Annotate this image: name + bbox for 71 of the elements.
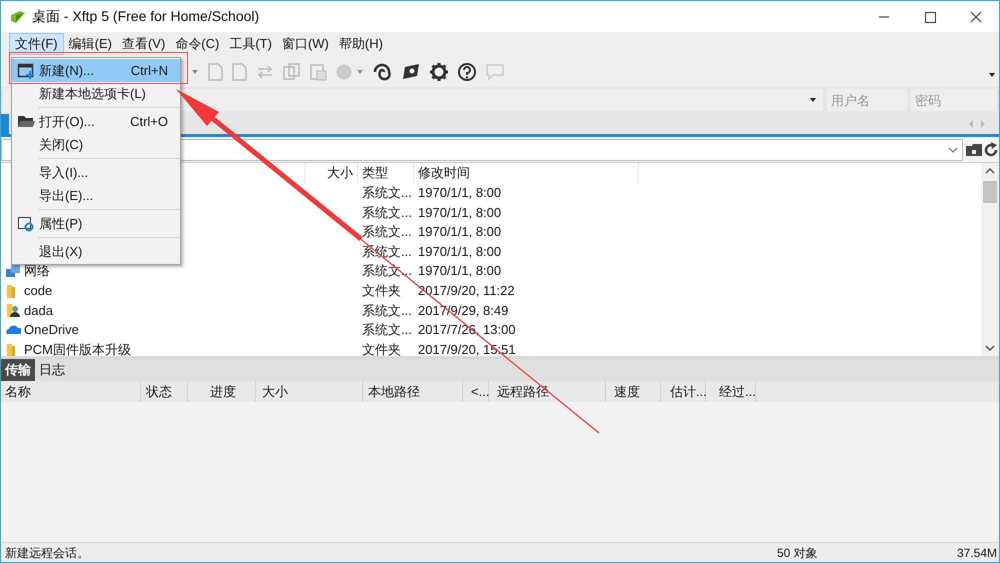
menu-item[interactable]: 文件(F): [9, 33, 64, 55]
file-name[interactable]: OneDrive: [24, 320, 79, 340]
status-message: 新建远程会话。: [4, 544, 90, 562]
file-name[interactable]: code: [24, 281, 52, 301]
paste-icon[interactable]: [309, 62, 327, 80]
panel-tab[interactable]: 传输: [1, 359, 35, 381]
menu-item[interactable]: 新建(N)... Ctrl+N: [12, 59, 180, 82]
panel-tab[interactable]: 日志: [35, 359, 69, 381]
window-title: 桌面 - Xftp 5 (Free for Home/School): [32, 7, 260, 26]
swap-arrows-icon[interactable]: [255, 64, 275, 80]
file-type: 文件夹: [361, 340, 402, 356]
settings-icon[interactable]: [429, 62, 449, 82]
globe-icon[interactable]: [335, 62, 365, 80]
menu-item[interactable]: 关闭(C): [12, 133, 180, 156]
menu-item[interactable]: 帮助(H): [334, 33, 388, 55]
chevron-down-icon: [948, 146, 958, 152]
properties-icon: [16, 215, 34, 232]
document-icon[interactable]: [207, 62, 223, 80]
column-header[interactable]: 类型: [358, 163, 414, 183]
menu-item[interactable]: 命令(C): [170, 33, 224, 55]
total-size: 37.54M: [956, 544, 998, 562]
file-type: 系统文...: [361, 321, 413, 340]
spiral-icon[interactable]: [373, 62, 393, 80]
file-modified: 1970/1/1, 8:00: [417, 262, 502, 280]
username-field[interactable]: 用户名: [827, 89, 907, 111]
file-type: 系统文...: [361, 223, 413, 242]
file-type: 系统文...: [361, 204, 413, 222]
menu-item[interactable]: 新建本地选项卡(L): [12, 82, 180, 105]
menu-item[interactable]: 查看(V): [116, 33, 170, 55]
dropdown-arrow-icon[interactable]: [988, 72, 996, 78]
network-icon: [5, 263, 21, 280]
scrollbar-thumb[interactable]: [983, 181, 997, 203]
scrollbar[interactable]: [981, 163, 999, 356]
menu-item[interactable]: 退出(X): [12, 240, 180, 263]
file-type: 系统文...: [361, 184, 413, 202]
file-modified: 1970/1/1, 8:00: [417, 242, 502, 261]
column-header[interactable]: 大小: [305, 163, 358, 183]
leaf-icon[interactable]: [401, 62, 421, 80]
refresh-icon[interactable]: [983, 142, 999, 158]
file-name[interactable]: 网络: [24, 261, 50, 281]
column-header[interactable]: 修改时间: [414, 163, 639, 183]
app-logo-icon: [10, 10, 26, 24]
menu-item[interactable]: 打开(O)... Ctrl+O: [12, 110, 180, 133]
scroll-up-icon[interactable]: [985, 167, 995, 175]
menu-item[interactable]: 工具(T): [224, 33, 277, 55]
file-modified: 1970/1/1, 8:00: [417, 223, 502, 242]
document-icon[interactable]: [231, 62, 247, 80]
file-modified: 1970/1/1, 8:00: [417, 204, 502, 222]
file-name[interactable]: PCM固件版本升级: [24, 340, 131, 356]
menu-item[interactable]: 属性(P): [12, 212, 180, 235]
session-tab[interactable]: [1, 114, 9, 134]
user-folder-icon: [5, 302, 21, 318]
menu-item[interactable]: 导入(I)...: [12, 161, 180, 184]
password-field[interactable]: 密码: [911, 89, 997, 111]
file-type: 文件夹: [361, 282, 402, 300]
help-icon[interactable]: [457, 62, 477, 82]
copy-icon[interactable]: [283, 62, 301, 80]
new-window-icon: [16, 62, 34, 79]
scroll-down-icon[interactable]: [985, 344, 995, 352]
folder-icon[interactable]: [965, 142, 983, 156]
menu-item[interactable]: 编辑(E): [64, 33, 117, 55]
dropdown-arrow-icon: [809, 97, 817, 103]
object-count: 50 对象: [776, 544, 819, 562]
chat-icon[interactable]: [485, 62, 505, 80]
folder-icon: [16, 113, 34, 130]
file-type: 系统文...: [361, 302, 413, 320]
file-name[interactable]: dada: [24, 300, 53, 320]
file-modified: 1970/1/1, 8:00: [417, 184, 502, 202]
menu-item[interactable]: 窗口(W): [276, 33, 334, 55]
menu-item[interactable]: 导出(E)...: [12, 184, 180, 207]
file-type: 系统文...: [361, 242, 413, 261]
